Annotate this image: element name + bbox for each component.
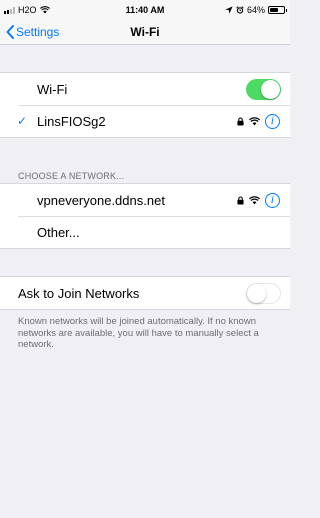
- network-status-icons: i: [237, 113, 280, 129]
- lock-icon: [237, 117, 244, 125]
- ask-to-join-description: Known networks will be joined automatica…: [18, 316, 259, 350]
- lock-icon: [237, 196, 244, 204]
- wifi-signal-icon: [249, 195, 260, 204]
- wifi-label: Wi-Fi: [37, 81, 68, 97]
- network-name: vpneveryone.ddns.net: [37, 192, 165, 208]
- ask-to-join-toggle[interactable]: [246, 282, 281, 304]
- section-header: CHOOSE A NETWORK...: [18, 171, 125, 181]
- network-row[interactable]: vpneveryone.ddns.net i: [0, 184, 290, 216]
- location-arrow-icon: [225, 6, 233, 14]
- info-icon[interactable]: i: [265, 113, 280, 129]
- networks-group: vpneveryone.ddns.net i Other...: [0, 183, 290, 249]
- wifi-group: Wi-Fi ✓ LinsFIOSg2 i: [0, 72, 290, 138]
- connected-network-row[interactable]: ✓ LinsFIOSg2 i: [0, 105, 290, 137]
- checkmark-icon: ✓: [17, 114, 28, 128]
- page-title: Wi-Fi: [130, 25, 160, 39]
- connected-network-name: LinsFIOSg2: [37, 113, 106, 129]
- toggle-knob: [261, 79, 280, 99]
- status-bar: H2O 11:40 AM 64%: [0, 0, 290, 20]
- info-icon[interactable]: i: [265, 192, 280, 208]
- alarm-icon: [236, 6, 244, 14]
- ask-to-join-label: Ask to Join Networks: [18, 285, 140, 301]
- battery-fill: [270, 8, 279, 12]
- network-status-icons: i: [237, 192, 280, 208]
- wifi-toggle[interactable]: [246, 78, 281, 100]
- battery-percent: 64%: [246, 5, 265, 15]
- other-network-row[interactable]: Other...: [0, 216, 290, 248]
- wifi-signal-icon: [249, 116, 260, 125]
- ask-to-join-row: Ask to Join Networks: [0, 277, 290, 309]
- status-right: 64%: [225, 5, 287, 15]
- wifi-toggle-row: Wi-Fi: [0, 73, 290, 105]
- other-network-label: Other...: [37, 224, 80, 240]
- ask-to-join-group: Ask to Join Networks: [0, 276, 290, 310]
- navigation-bar: Settings Wi-Fi: [0, 20, 290, 45]
- battery-icon: [268, 6, 287, 14]
- toggle-knob: [247, 283, 266, 303]
